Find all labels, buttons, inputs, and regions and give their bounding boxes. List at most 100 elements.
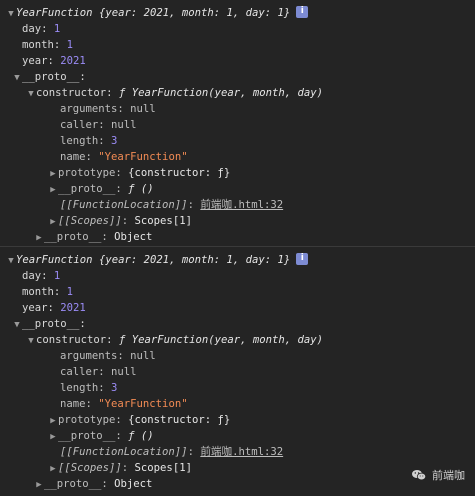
property-key: prototype	[58, 414, 116, 426]
property-year: year: 2021	[22, 302, 86, 314]
property-key: [[FunctionLocation]]	[60, 446, 188, 458]
info-icon[interactable]	[296, 252, 309, 265]
proto-row[interactable]: ▼ __proto__:	[12, 316, 86, 332]
property-key: caller	[60, 119, 99, 131]
property-value: 3	[111, 135, 118, 147]
property-day: day: 1	[22, 270, 61, 282]
property-key: length	[60, 382, 99, 394]
property-value: Scopes[1]	[134, 462, 192, 474]
property-caller: caller: null	[60, 119, 137, 131]
property-key: __proto__	[22, 71, 80, 83]
inner-proto-row[interactable]: ▶ __proto__: ƒ ()	[48, 428, 154, 445]
console-entry-1: ▼ YearFunction {year: 2021, month: 1, day…	[0, 0, 475, 246]
property-value: ƒ ()	[128, 430, 154, 442]
source-link[interactable]: 前端咖.html:32	[200, 199, 283, 211]
scopes-row[interactable]: ▶ [[Scopes]]: Scopes[1]	[48, 460, 192, 476]
triangle-down-icon[interactable]: ▼	[6, 253, 16, 269]
property-name: name: "YearFunction"	[60, 398, 188, 410]
triangle-right-icon[interactable]: ▶	[34, 477, 44, 493]
property-key: prototype	[58, 167, 116, 179]
property-key: length	[60, 135, 99, 147]
object-preview: {year: 2021, month: 1, day: 1}	[98, 7, 291, 19]
watermark-label: 前端咖	[432, 469, 465, 482]
property-value: Object	[114, 478, 153, 490]
property-key: __proto__	[44, 478, 102, 490]
info-icon[interactable]	[296, 5, 309, 18]
property-length: length: 3	[60, 135, 118, 147]
property-value: 1	[66, 39, 74, 51]
prototype-row[interactable]: ▶ prototype: {constructor: ƒ}	[48, 412, 230, 428]
triangle-down-icon[interactable]: ▼	[6, 6, 16, 22]
source-link[interactable]: 前端咖.html:32	[200, 446, 283, 458]
property-value: 2021	[60, 302, 86, 314]
triangle-down-icon[interactable]: ▼	[12, 317, 22, 333]
property-key: constructor	[36, 334, 107, 346]
triangle-right-icon[interactable]: ▶	[48, 214, 58, 230]
property-value: Object	[114, 231, 153, 243]
property-key: arguments	[60, 103, 118, 115]
object-summary-row[interactable]: ▼ YearFunction {year: 2021, month: 1, day…	[6, 5, 309, 22]
property-key: [[Scopes]]	[58, 215, 122, 227]
property-key: __proto__	[58, 183, 116, 195]
property-key: year	[22, 55, 48, 67]
property-value: null	[111, 119, 137, 131]
property-key: __proto__	[22, 318, 80, 330]
outer-proto-row[interactable]: ▶ __proto__: Object	[34, 229, 152, 245]
object-class-name: YearFunction	[16, 7, 93, 19]
constructor-row[interactable]: ▼ constructor: ƒ YearFunction(year, month…	[26, 85, 323, 101]
proto-row[interactable]: ▼ __proto__:	[12, 69, 86, 85]
property-value: null	[130, 350, 156, 362]
property-caller: caller: null	[60, 366, 137, 378]
property-value: {constructor: ƒ}	[128, 414, 231, 426]
property-year: year: 2021	[22, 55, 86, 67]
property-key: month	[22, 39, 54, 51]
triangle-right-icon[interactable]: ▶	[48, 429, 58, 445]
function-location-row: [[FunctionLocation]]: 前端咖.html:32	[60, 446, 284, 458]
property-key: name	[60, 398, 86, 410]
triangle-right-icon[interactable]: ▶	[34, 230, 44, 246]
inner-proto-row[interactable]: ▶ __proto__: ƒ ()	[48, 181, 154, 198]
property-key: year	[22, 302, 48, 314]
prototype-row[interactable]: ▶ prototype: {constructor: ƒ}	[48, 165, 230, 181]
constructor-value: ƒ YearFunction(year, month, day)	[118, 334, 324, 346]
property-value: 2021	[60, 55, 86, 67]
scopes-row[interactable]: ▶ [[Scopes]]: Scopes[1]	[48, 213, 192, 229]
triangle-down-icon[interactable]: ▼	[26, 333, 36, 349]
property-value: ƒ ()	[128, 183, 154, 195]
constructor-row[interactable]: ▼ constructor: ƒ YearFunction(year, month…	[26, 332, 323, 348]
triangle-right-icon[interactable]: ▶	[48, 182, 58, 198]
object-class-name: YearFunction	[16, 254, 93, 266]
outer-proto-row[interactable]: ▶ __proto__: Object	[34, 476, 152, 492]
triangle-right-icon[interactable]: ▶	[48, 461, 58, 477]
property-value: 1	[53, 270, 61, 282]
property-key: day	[22, 270, 42, 282]
property-value: null	[111, 366, 137, 378]
object-preview: {year: 2021, month: 1, day: 1}	[98, 254, 291, 266]
property-value: Scopes[1]	[134, 215, 192, 227]
property-month: month: 1	[22, 286, 74, 298]
triangle-down-icon[interactable]: ▼	[12, 70, 22, 86]
property-key: __proto__	[58, 430, 116, 442]
property-length: length: 3	[60, 382, 118, 394]
triangle-right-icon[interactable]: ▶	[48, 413, 58, 429]
object-summary-row[interactable]: ▼ YearFunction {year: 2021, month: 1, day…	[6, 252, 309, 269]
property-month: month: 1	[22, 39, 74, 51]
property-day: day: 1	[22, 23, 61, 35]
property-key: [[Scopes]]	[58, 462, 122, 474]
triangle-right-icon[interactable]: ▶	[48, 166, 58, 182]
property-key: __proto__	[44, 231, 102, 243]
property-value: 1	[53, 23, 61, 35]
property-value: "YearFunction"	[98, 398, 188, 410]
property-key: day	[22, 23, 42, 35]
property-value: 1	[66, 286, 74, 298]
function-location-row: [[FunctionLocation]]: 前端咖.html:32	[60, 199, 284, 211]
property-value: "YearFunction"	[98, 151, 188, 163]
property-key: name	[60, 151, 86, 163]
triangle-down-icon[interactable]: ▼	[26, 86, 36, 102]
property-value: {constructor: ƒ}	[128, 167, 231, 179]
console-entry-2: ▼ YearFunction {year: 2021, month: 1, day…	[0, 246, 475, 496]
constructor-value: ƒ YearFunction(year, month, day)	[118, 87, 324, 99]
property-key: month	[22, 286, 54, 298]
property-arguments: arguments: null	[60, 350, 156, 362]
property-value: null	[130, 103, 156, 115]
